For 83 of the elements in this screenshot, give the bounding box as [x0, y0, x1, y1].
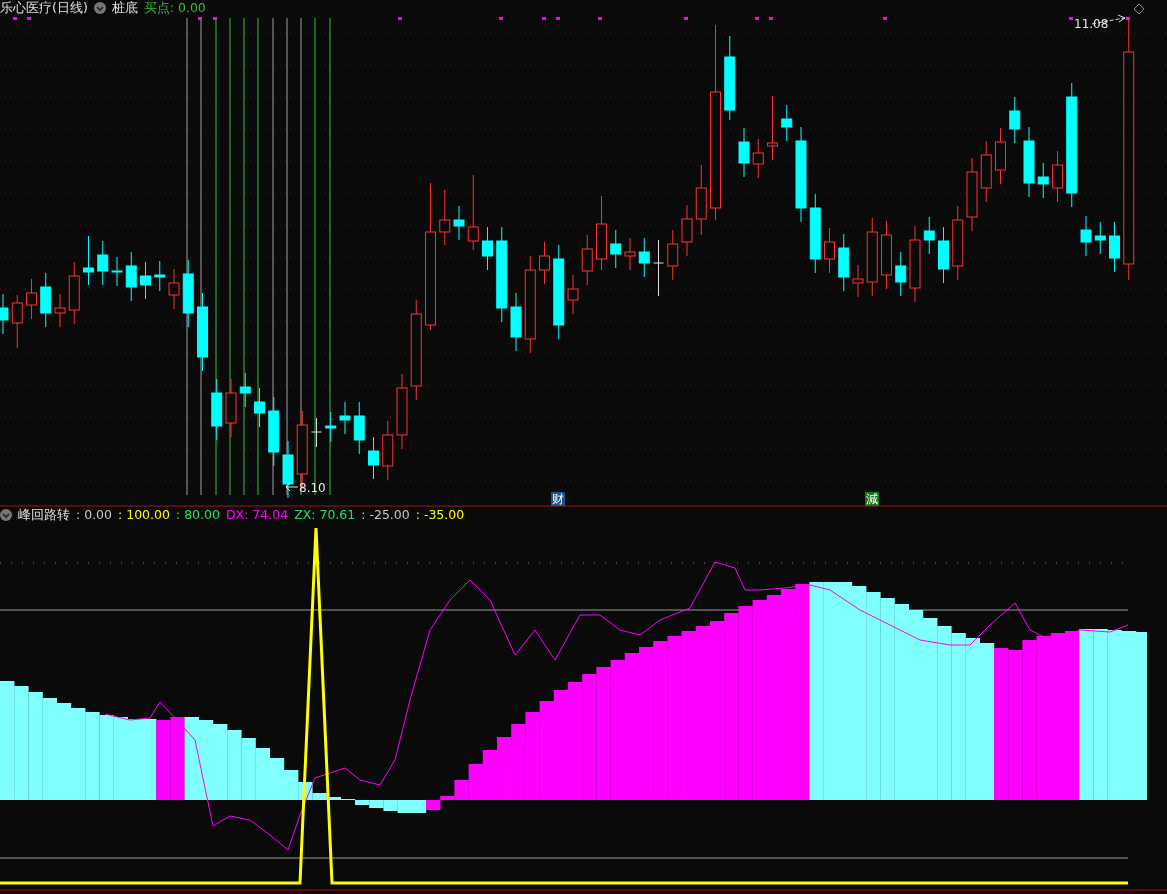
histogram-bar [241, 738, 256, 800]
candlestick [68, 261, 80, 325]
candlestick [439, 189, 451, 246]
candlestick [1109, 221, 1120, 273]
histogram-bar [497, 737, 512, 800]
candlestick [382, 420, 394, 481]
candlestick [510, 292, 522, 352]
candlestick [610, 229, 622, 269]
candlestick [453, 205, 465, 241]
candlestick [681, 204, 693, 257]
candlestick [111, 256, 123, 287]
price-label: 8.10 [299, 481, 326, 495]
dropdown-icon[interactable] [0, 508, 12, 521]
candlestick [738, 127, 750, 178]
indicator-value: : 0.00 [76, 507, 113, 522]
candlestick [339, 401, 351, 435]
price-label: 11.08 [1074, 17, 1109, 31]
candlestick [1037, 162, 1049, 199]
buy-point-label: 买点: 0.00 [143, 0, 206, 15]
candlestick [938, 226, 949, 284]
candlestick [638, 237, 650, 278]
stock-title: 乐心医疗(日线) [0, 0, 88, 15]
indicator-name: 峰回路转 [18, 507, 70, 522]
candlestick [97, 240, 109, 286]
candlestick [653, 239, 664, 297]
candlestick [168, 268, 180, 310]
candlestick [824, 227, 835, 274]
candlestick [83, 235, 94, 286]
candlestick [980, 140, 992, 203]
indicator-value: : -35.00 [415, 507, 465, 522]
candlestick [239, 372, 251, 408]
indicator-value: DX: 74.04 [225, 507, 289, 522]
candlestick [667, 229, 679, 281]
candlestick [54, 293, 66, 328]
candlestick [125, 251, 137, 302]
candlestick [1052, 150, 1063, 203]
candlestick [140, 261, 151, 300]
candlestick [353, 401, 365, 455]
candlestick [581, 234, 593, 286]
candlestick [40, 272, 52, 328]
candlestick [852, 264, 864, 298]
candlestick [211, 378, 223, 441]
diamond-icon[interactable] [1133, 3, 1145, 15]
candlestick [752, 138, 764, 179]
candlestick [1023, 126, 1035, 198]
candlestick [482, 226, 493, 271]
candlestick [881, 220, 892, 290]
candlestick [838, 233, 850, 292]
candlestick [781, 104, 793, 142]
candlestick [311, 417, 322, 448]
candlestick [1094, 221, 1106, 255]
candlestick [182, 259, 194, 328]
arrow-icon [285, 482, 299, 492]
candlestick [368, 436, 379, 480]
candlestick [11, 294, 23, 349]
candlestick [325, 411, 337, 443]
dropdown-icon[interactable] [93, 1, 106, 14]
histogram-bar [227, 730, 242, 800]
candlestick [624, 237, 636, 271]
candlestick [567, 274, 579, 315]
candlestick [539, 241, 550, 285]
indicator-name: 桩底 [111, 0, 138, 15]
candlestick [225, 378, 237, 438]
indicator-value: : 100.00 [118, 507, 170, 522]
candlestick [1080, 215, 1092, 257]
candlestick [767, 95, 778, 161]
candlestick [282, 440, 294, 499]
candlestick [695, 164, 707, 236]
candlestick [254, 387, 265, 428]
indicator-value: ZX: 70.61 [294, 507, 356, 522]
indicator-value: : 80.00 [175, 507, 220, 522]
candlestick [154, 260, 166, 292]
candlestick [268, 396, 280, 467]
candlestick [1009, 96, 1021, 144]
candlestick [923, 216, 935, 255]
event-marker: 減 [865, 492, 879, 506]
candlestick [995, 127, 1006, 185]
indicator-value: : -25.00 [361, 507, 410, 522]
event-marker: 财 [551, 492, 565, 506]
candlestick [0, 293, 9, 335]
histogram-bar [383, 800, 398, 811]
candlestick [26, 278, 37, 320]
candlestick [895, 251, 907, 297]
